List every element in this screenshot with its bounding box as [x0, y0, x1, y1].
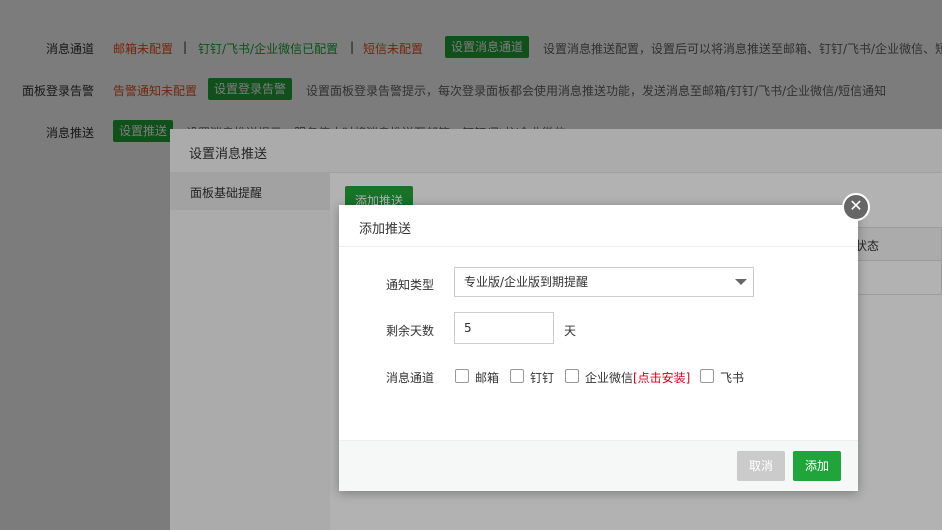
- checkbox-dingtalk-label: 钉钉: [530, 371, 555, 385]
- chevron-down-icon: [735, 279, 747, 285]
- checkbox-wecom[interactable]: [565, 369, 579, 383]
- days-input[interactable]: 5: [454, 312, 554, 344]
- days-label: 剩余天数: [386, 324, 435, 338]
- cancel-button[interactable]: 取消: [737, 451, 785, 481]
- checkbox-feishu[interactable]: [700, 369, 714, 383]
- close-icon[interactable]: ✕: [842, 193, 870, 221]
- add-button[interactable]: 添加: [793, 451, 841, 481]
- checkbox-email-label: 邮箱: [475, 371, 500, 385]
- checkbox-dingtalk[interactable]: [510, 369, 524, 383]
- days-unit: 天: [564, 324, 577, 338]
- dialog-header: [339, 205, 858, 247]
- checkbox-wecom-label: 企业微信: [585, 371, 634, 385]
- notify-type-value: 专业版/企业版到期提醒: [464, 275, 589, 289]
- notify-type-label: 通知类型: [386, 278, 435, 292]
- checkbox-feishu-label: 飞书: [720, 371, 745, 385]
- channel-label: 消息通道: [386, 371, 435, 385]
- dialog-title: 添加推送: [359, 222, 412, 237]
- notify-type-select[interactable]: 专业版/企业版到期提醒: [454, 267, 754, 297]
- install-link[interactable]: [点击安装]: [633, 369, 690, 386]
- checkbox-email[interactable]: [455, 369, 469, 383]
